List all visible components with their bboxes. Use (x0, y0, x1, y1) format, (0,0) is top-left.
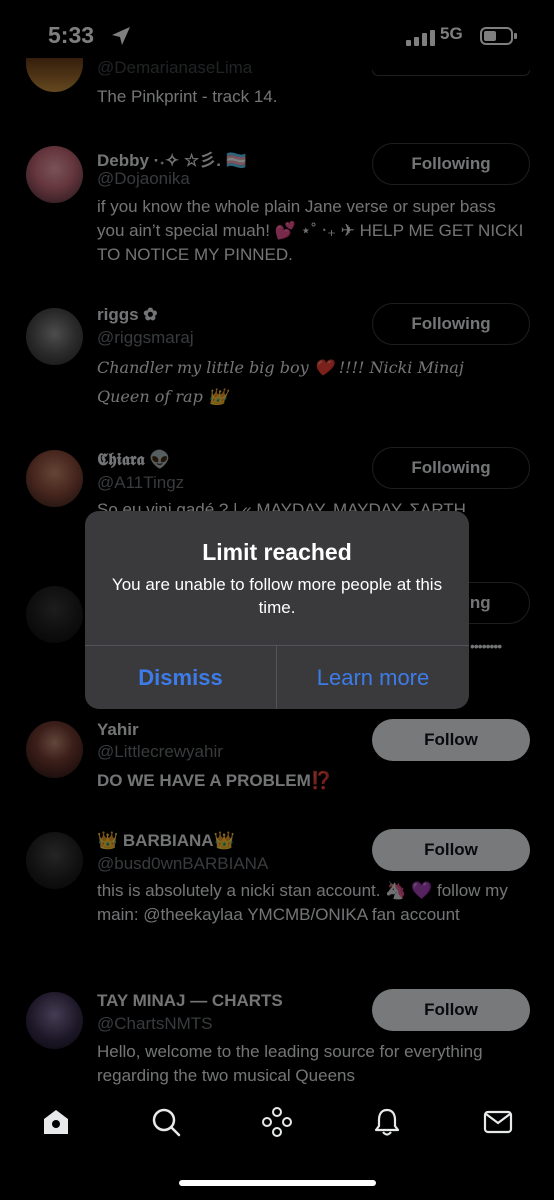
cellular-signal-icon (406, 30, 436, 51)
messages-icon[interactable] (478, 1102, 518, 1142)
following-button[interactable] (372, 70, 530, 76)
user-bio: Chandler my little big boy ❤️ !!!! Nicki… (97, 358, 464, 406)
user-bio: So eu vini gadé ? | « MAYDAY, MAYDAY, ƩA… (97, 500, 466, 512)
location-arrow-icon (110, 25, 132, 52)
limit-reached-dialog: Limit reached You are unable to follow m… (85, 511, 469, 709)
network-type: 5G (440, 24, 463, 43)
avatar[interactable] (26, 586, 83, 643)
user-bio: Hello, welcome to the leading source for… (97, 1042, 483, 1085)
user-name: TAY MINAJ — CHARTS (97, 991, 283, 1010)
follow-button[interactable]: Follow (372, 989, 530, 1031)
user-name: 👑 BARBIANA👑 (97, 831, 235, 850)
user-handle: @riggsmaraj (97, 328, 194, 347)
dialog-message: You are unable to follow more people at … (111, 575, 443, 617)
user-handle: @busd0wnBARBIANA (97, 854, 269, 873)
avatar[interactable] (26, 721, 83, 778)
learn-more-button[interactable]: Learn more (277, 646, 469, 709)
dismiss-button[interactable]: Dismiss (85, 646, 276, 709)
avatar[interactable] (26, 992, 83, 1049)
status-bar: 5:33 5G (0, 0, 554, 70)
home-indicator (179, 1180, 376, 1186)
user-handle: @Dojaonika (97, 169, 190, 188)
user-handle: @Littlecrewyahir (97, 742, 223, 761)
dialog-title: Limit reached (202, 539, 352, 565)
avatar[interactable] (26, 308, 83, 365)
user-bio: The Pinkprint - track 14. (97, 87, 278, 106)
user-handle: @ChartsNMTS (97, 1014, 213, 1033)
status-time: 5:33 (48, 22, 95, 48)
user-handle: @DemarianaseLima (97, 58, 253, 77)
avatar[interactable] (26, 832, 83, 889)
user-bio: •••••••• (470, 638, 502, 654)
avatar[interactable] (26, 58, 83, 92)
user-bio: DO WE HAVE A PROBLEM⁉️ (97, 771, 332, 790)
follow-button[interactable]: Follow (372, 719, 530, 761)
user-handle: @A11Tingz (97, 473, 185, 492)
avatar[interactable] (26, 450, 83, 507)
user-bio: this is absolutely a nicki stan account.… (97, 881, 508, 924)
spaces-icon[interactable] (257, 1102, 297, 1142)
following-button[interactable]: Following (372, 303, 530, 345)
battery-icon (480, 26, 518, 51)
user-bio: if you know the whole plain Jane verse o… (97, 197, 524, 264)
following-button[interactable]: Following (372, 143, 530, 185)
avatar[interactable] (26, 146, 83, 203)
follow-button[interactable]: Follow (372, 829, 530, 871)
user-name: riggs ✿ (97, 305, 158, 324)
search-icon[interactable] (146, 1102, 186, 1142)
following-button[interactable]: Following (372, 447, 530, 489)
notifications-icon[interactable] (367, 1102, 407, 1142)
home-icon[interactable] (36, 1102, 76, 1142)
user-name: 𝕮𝖍𝖎𝖆𝖗𝖆 👽 (97, 450, 171, 469)
user-name: Debby ·˖✧ ☆彡. 🏳️‍⚧️ (97, 151, 247, 170)
user-name: Yahir (97, 720, 139, 739)
